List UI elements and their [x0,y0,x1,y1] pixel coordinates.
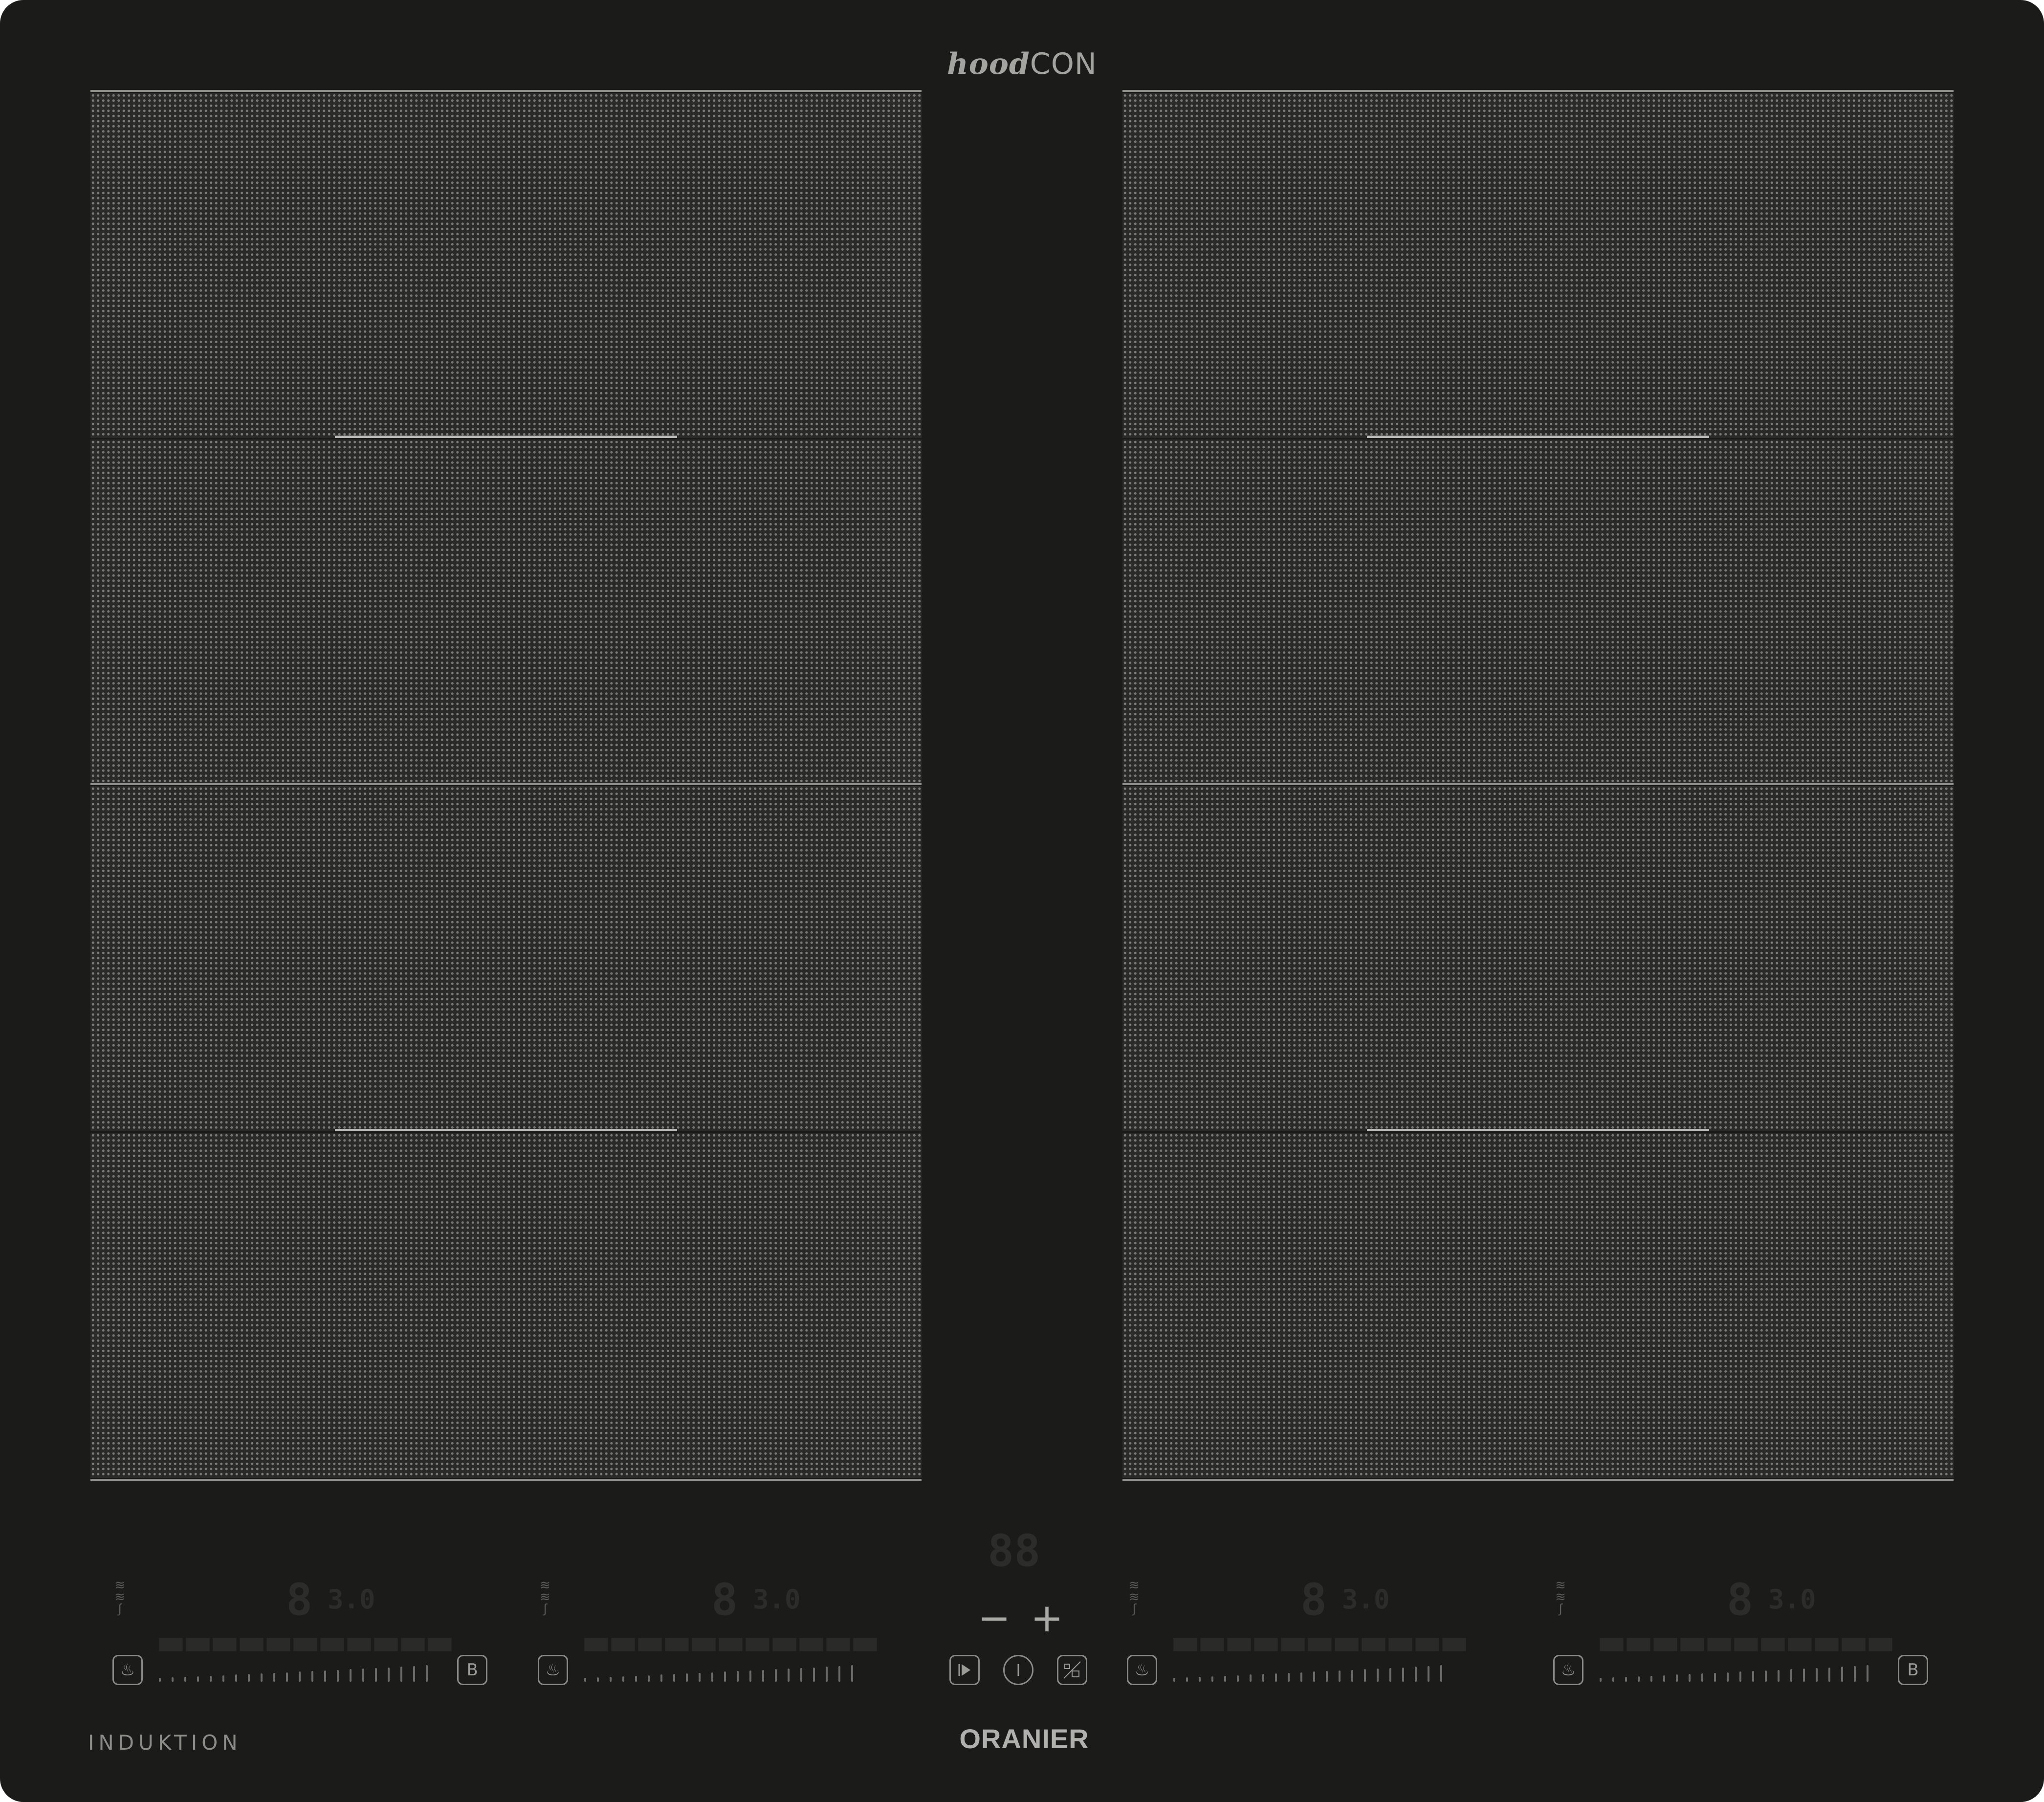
zone-bridge-marker [1367,1129,1709,1131]
induction-hob: hoodCON ≋ ≋ ∫ 8 3.0 ♨ B ≋ ≋ ∫ 8 3.0 ♨ 88… [0,0,2044,1802]
power-bar [159,1638,452,1651]
heat-icon: ♨ [1560,1660,1576,1680]
power-icon [1017,1664,1019,1676]
power-bar [1600,1638,1892,1651]
power-button[interactable] [1003,1655,1033,1685]
heat-level-indicator-icon: ≋ ≋ ∫ [540,1578,550,1616]
boost-icon: B [466,1660,478,1680]
cooking-zone-left-4[interactable] [90,1129,922,1481]
zone-border-top [90,783,922,785]
keep-warm-button[interactable]: ♨ [112,1655,143,1685]
cooking-zone-left-2[interactable] [90,436,922,785]
power-slider[interactable] [1173,1662,1467,1682]
cooking-zone-right-4[interactable] [1122,1129,1954,1481]
heat-level-indicator-icon: ≋ ≋ ∫ [1555,1578,1566,1616]
cooking-zone-right-2[interactable] [1122,436,1954,785]
power-bar [584,1638,877,1651]
cooking-zone-right-3[interactable] [1122,783,1954,1131]
power-slider[interactable] [159,1662,452,1682]
timer-display: 3.0 [328,1584,375,1615]
zone-bridge-marker [1367,436,1709,438]
induktion-label: INDUKTION [88,1731,242,1755]
power-level-display: 8 [286,1574,313,1626]
play-pause-icon [958,1664,970,1676]
cooking-zone-left-3[interactable] [90,783,922,1131]
zone-border-top [90,90,922,92]
heat-icon: ♨ [545,1660,561,1680]
timer-display: 3.0 [753,1584,801,1615]
keep-warm-button[interactable]: ♨ [1127,1655,1157,1685]
zone-bridge-marker [335,1129,677,1131]
center-control-panel: 88 − + [948,1525,1095,1696]
zone-control-4: ≋ ≋ ∫ 8 3.0 ♨ B [1551,1564,2044,1711]
power-bar [1173,1638,1466,1651]
heat-level-indicator-icon: ≋ ≋ ∫ [114,1578,125,1616]
cooking-zone-right-1[interactable] [1122,90,1954,438]
keep-warm-button[interactable]: ♨ [538,1655,568,1685]
power-slider[interactable] [1600,1662,1893,1682]
plus-button[interactable]: + [1031,1599,1063,1638]
heat-icon: ♨ [120,1660,135,1680]
keep-warm-button[interactable]: ♨ [1553,1655,1583,1685]
lock-button[interactable] [1057,1655,1087,1685]
heat-level-indicator-icon: ≋ ≋ ∫ [1129,1578,1140,1616]
boost-button[interactable]: B [457,1655,487,1685]
hoodcon-logo-hood: hood [947,47,1030,81]
hoodcon-logo: hoodCON [0,47,2044,81]
cooking-zone-left-1[interactable] [90,90,922,438]
power-level-display: 8 [1300,1574,1327,1626]
center-timer-display: 88 [988,1525,1041,1577]
zone-border-top [1122,783,1954,785]
timer-display: 3.0 [1342,1584,1390,1615]
play-pause-button[interactable] [949,1655,980,1685]
timer-display: 3.0 [1768,1584,1816,1615]
power-slider[interactable] [584,1662,878,1682]
minus-button[interactable]: − [978,1599,1011,1638]
zone-border-bottom [1122,1479,1954,1481]
boost-button[interactable]: B [1898,1655,1928,1685]
oranier-logo: ORANIER [959,1723,1089,1754]
zone-border-bottom [90,1479,922,1481]
power-level-display: 8 [1727,1574,1754,1626]
hoodcon-logo-con: CON [1030,47,1097,81]
zone-bridge-marker [335,436,677,438]
heat-icon: ♨ [1134,1660,1150,1680]
boost-icon: B [1907,1660,1919,1680]
zone-border-top [1122,90,1954,92]
lock-icon [1063,1661,1081,1679]
power-level-display: 8 [711,1574,738,1626]
